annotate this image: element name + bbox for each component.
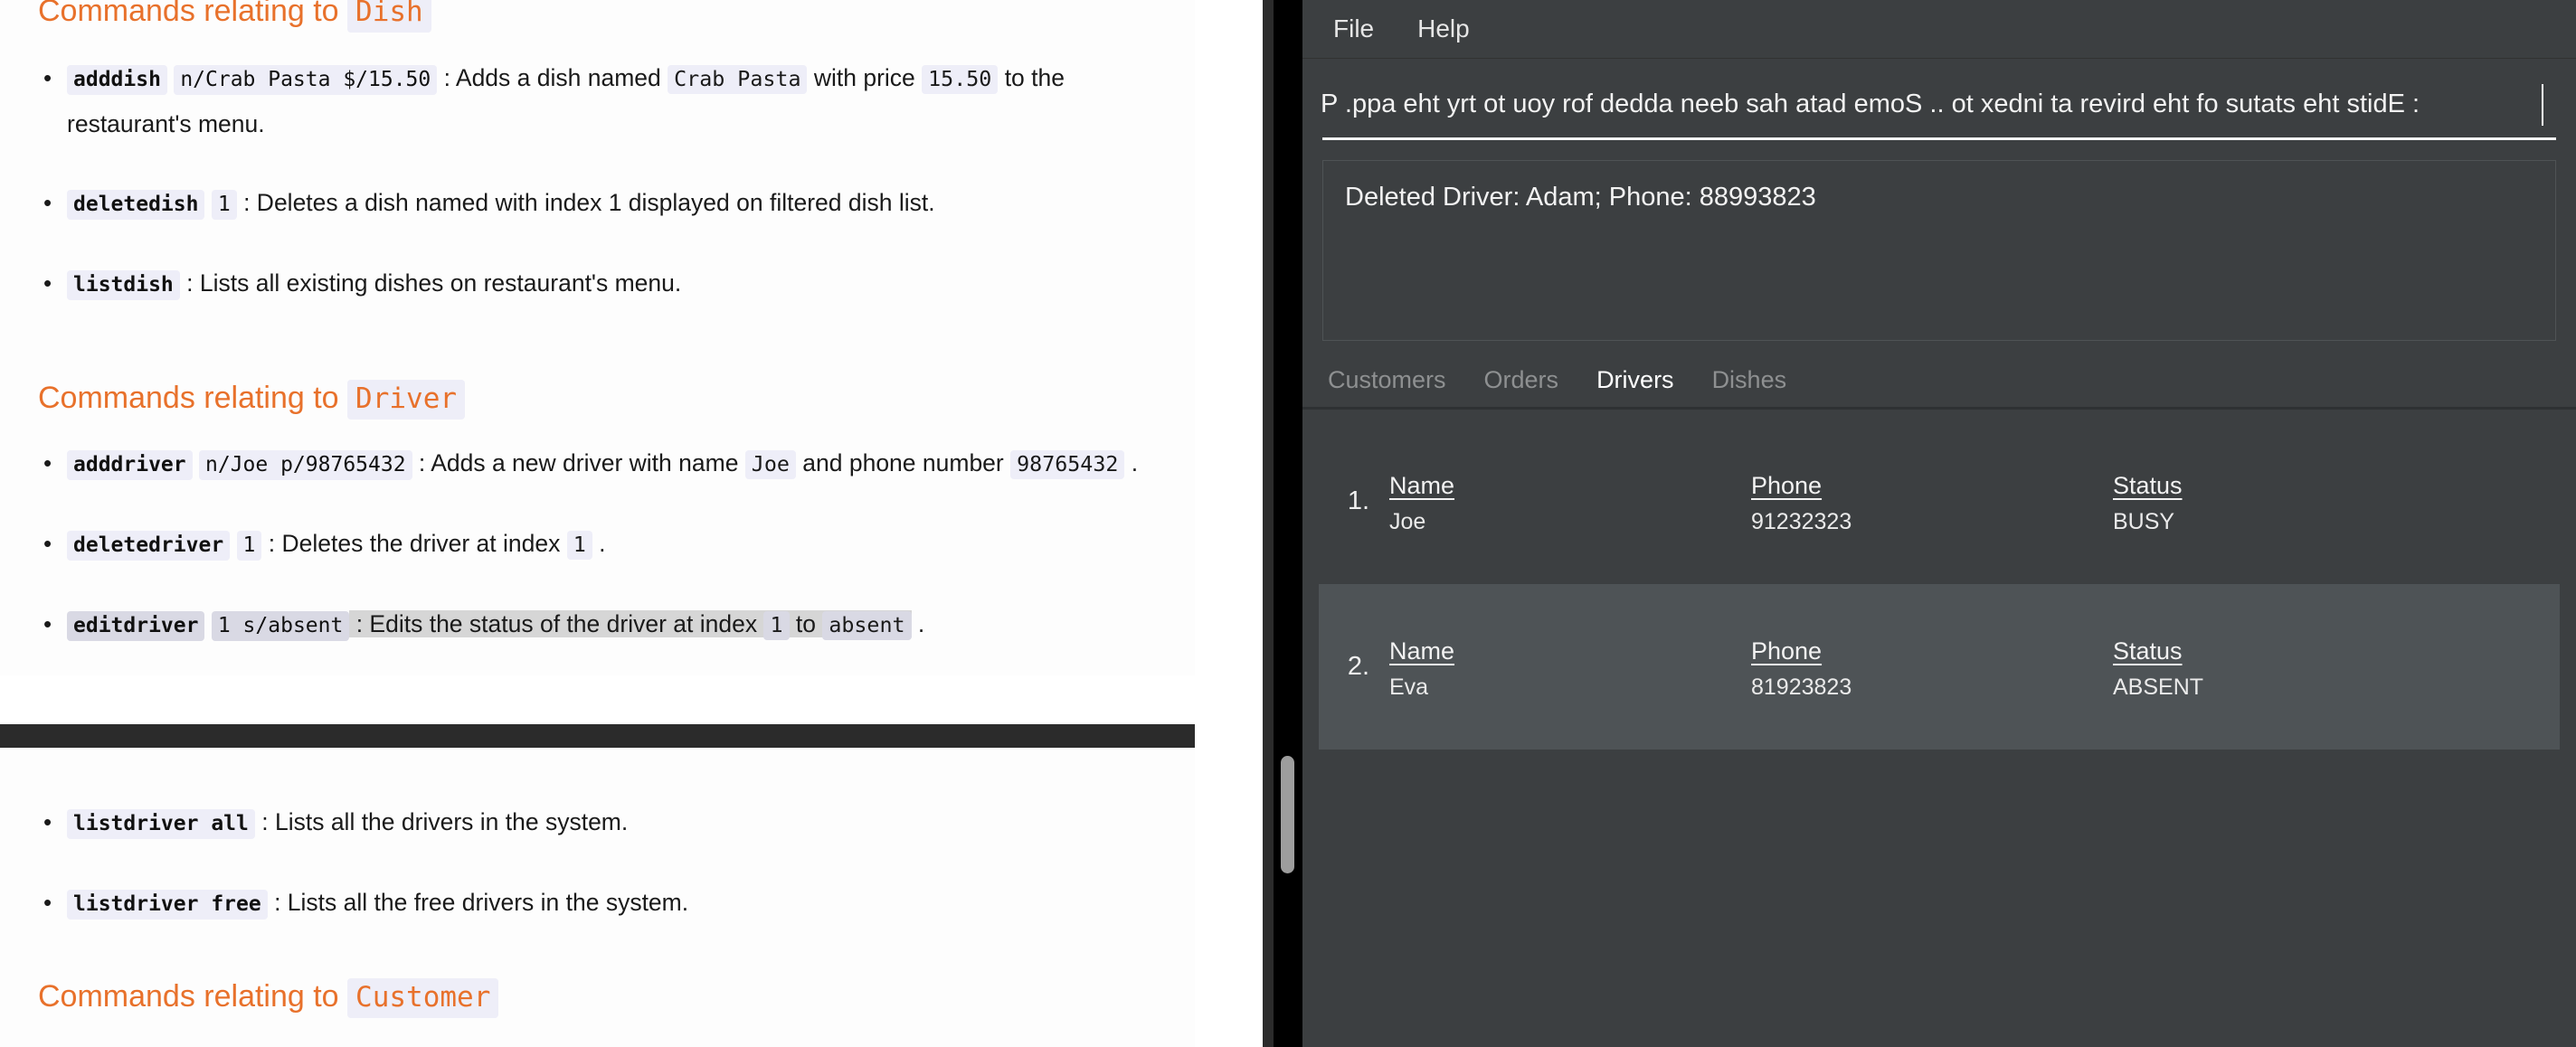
- inline-code: absent: [822, 611, 911, 640]
- listdriver-command-list: listdriver all : Lists all the drivers i…: [14, 800, 1181, 927]
- screen-root: Commands relating to Dish adddish n/Crab…: [0, 0, 2576, 1047]
- inline-code: 98765432: [1010, 450, 1124, 479]
- command-name: adddish: [67, 65, 167, 95]
- value-name: Eva: [1389, 674, 1751, 701]
- heading-driver-prefix: Commands relating to: [38, 381, 347, 415]
- heading-dish: Commands relating to Dish: [38, 0, 431, 30]
- heading-customer-prefix: Commands relating to: [38, 979, 347, 1014]
- tab-drivers[interactable]: Drivers: [1595, 363, 1676, 398]
- menu-item-help[interactable]: Help: [1410, 11, 1477, 47]
- delivery-app-window: File Help : Edits the status of the driv…: [1302, 0, 2576, 1047]
- result-display-box: Deleted Driver: Adam; Phone: 88993823: [1322, 160, 2556, 341]
- heading-driver: Commands relating to Driver: [38, 380, 465, 417]
- cell-name: Name Eva: [1389, 637, 1751, 701]
- command-name: listdish: [67, 270, 180, 300]
- command-arg: n/Crab Pasta $/15.50: [174, 65, 437, 95]
- value-name: Joe: [1389, 509, 1751, 535]
- value-phone: 91232323: [1751, 509, 2113, 535]
- driver-list-panel[interactable]: 1. Name Joe Phone 91232323 Status BUSY: [1302, 410, 2576, 1047]
- text-caret: [2542, 84, 2543, 126]
- column-header-status: Status: [2113, 472, 2475, 500]
- heading-customer: Commands relating to Customer: [38, 978, 498, 1015]
- dish-command-list: adddish n/Crab Pasta $/15.50 : Adds a di…: [14, 56, 1181, 307]
- inline-code: Joe: [745, 450, 796, 479]
- doc-gap-dark-band: [0, 724, 1274, 748]
- heading-driver-code: Driver: [347, 380, 465, 420]
- command-name: deletedish: [67, 190, 204, 220]
- command-desc-4: : Deletes the driver at index 1 .: [261, 530, 605, 557]
- row-index: 2.: [1319, 652, 1389, 682]
- list-item: listdish : Lists all existing dishes on …: [14, 261, 1181, 307]
- tab-dishes[interactable]: Dishes: [1710, 363, 1789, 398]
- command-input-area: : Edits the status of the driver at inde…: [1302, 59, 2576, 155]
- list-item: listdriver free : Lists all the free dri…: [14, 881, 1181, 927]
- value-status: ABSENT: [2113, 674, 2475, 701]
- column-header-status: Status: [2113, 637, 2475, 665]
- tab-orders[interactable]: Orders: [1482, 363, 1561, 398]
- list-item: deletedish 1 : Deletes a dish named with…: [14, 181, 1181, 227]
- document-scrollbar-track[interactable]: [1274, 0, 1302, 1047]
- heading-dish-code: Dish: [347, 0, 431, 33]
- table-row[interactable]: 1. Name Joe Phone 91232323 Status BUSY: [1319, 419, 2560, 584]
- table-row[interactable]: 2. Name Eva Phone 81923823 Status ABSENT: [1319, 584, 2560, 750]
- command-arg: n/Joe p/98765432: [199, 450, 412, 480]
- list-item: adddriver n/Joe p/98765432 : Adds a new …: [14, 441, 1181, 487]
- inline-code: 1: [763, 611, 789, 640]
- inline-code: 15.50: [922, 65, 998, 94]
- cell-status: Status ABSENT: [2113, 637, 2475, 701]
- tab-customers[interactable]: Customers: [1326, 363, 1448, 398]
- list-item: deletedriver 1 : Deletes the driver at i…: [14, 522, 1181, 568]
- command-desc-5: : Edits the status of the driver at inde…: [349, 610, 911, 637]
- command-arg: 1: [212, 190, 237, 220]
- value-phone: 81923823: [1751, 674, 2113, 701]
- command-desc-3: : Adds a new driver with name Joe and ph…: [412, 449, 1139, 476]
- heading-customer-code: Customer: [347, 978, 498, 1018]
- command-desc-6: : Lists all the drivers in the system.: [255, 808, 628, 835]
- column-header-name: Name: [1389, 637, 1751, 665]
- result-display-text: Deleted Driver: Adam; Phone: 88993823: [1345, 181, 2533, 215]
- command-name: listdriver all: [67, 809, 255, 839]
- divider-edge: [1263, 0, 1274, 1047]
- document-scrollbar-thumb[interactable]: [1281, 756, 1294, 873]
- doc-section-upper: Commands relating to Dish adddish n/Crab…: [0, 0, 1195, 675]
- inline-code: Crab Pasta: [668, 65, 807, 94]
- cell-phone: Phone 91232323: [1751, 472, 2113, 535]
- heading-dish-prefix: Commands relating to: [38, 0, 347, 28]
- command-desc-1: : Deletes a dish named with index 1 disp…: [237, 189, 935, 216]
- column-header-phone: Phone: [1751, 472, 2113, 500]
- list-item: editdriver 1 s/absent : Edits the status…: [14, 602, 1181, 648]
- list-item: adddish n/Crab Pasta $/15.50 : Adds a di…: [14, 56, 1181, 146]
- menu-item-file[interactable]: File: [1326, 11, 1381, 47]
- doc-right-margin: [1195, 0, 1274, 1047]
- doc-section-lower: listdriver all : Lists all the drivers i…: [0, 748, 1195, 1047]
- value-status: BUSY: [2113, 509, 2475, 535]
- command-desc-2: : Lists all existing dishes on restauran…: [180, 269, 681, 297]
- command-desc-7: : Lists all the free drivers in the syst…: [268, 889, 688, 916]
- menu-bar: File Help: [1302, 0, 2576, 59]
- cell-name: Name Joe: [1389, 472, 1751, 535]
- command-name: adddriver: [67, 450, 193, 480]
- user-guide-document: Commands relating to Dish adddish n/Crab…: [0, 0, 1274, 1047]
- row-index: 1.: [1319, 486, 1389, 516]
- driver-command-list: adddriver n/Joe p/98765432 : Adds a new …: [14, 441, 1181, 648]
- command-input-text[interactable]: : Edits the status of the driver at inde…: [1322, 90, 2547, 119]
- command-name: editdriver: [67, 611, 204, 641]
- inline-code: 1: [567, 531, 592, 560]
- column-header-name: Name: [1389, 472, 1751, 500]
- command-name: deletedriver: [67, 531, 230, 561]
- command-arg: 1 s/absent: [212, 611, 349, 641]
- command-name: listdriver free: [67, 890, 268, 920]
- command-input-box[interactable]: : Edits the status of the driver at inde…: [1322, 71, 2556, 140]
- cell-phone: Phone 81923823: [1751, 637, 2113, 701]
- command-arg: 1: [237, 531, 262, 561]
- result-display-area: Deleted Driver: Adam; Phone: 88993823: [1302, 155, 2576, 354]
- column-header-phone: Phone: [1751, 637, 2113, 665]
- cell-status: Status BUSY: [2113, 472, 2475, 535]
- tab-strip: Customers Orders Drivers Dishes: [1302, 354, 2576, 410]
- list-item: listdriver all : Lists all the drivers i…: [14, 800, 1181, 846]
- command-desc-5-tail: .: [912, 610, 925, 637]
